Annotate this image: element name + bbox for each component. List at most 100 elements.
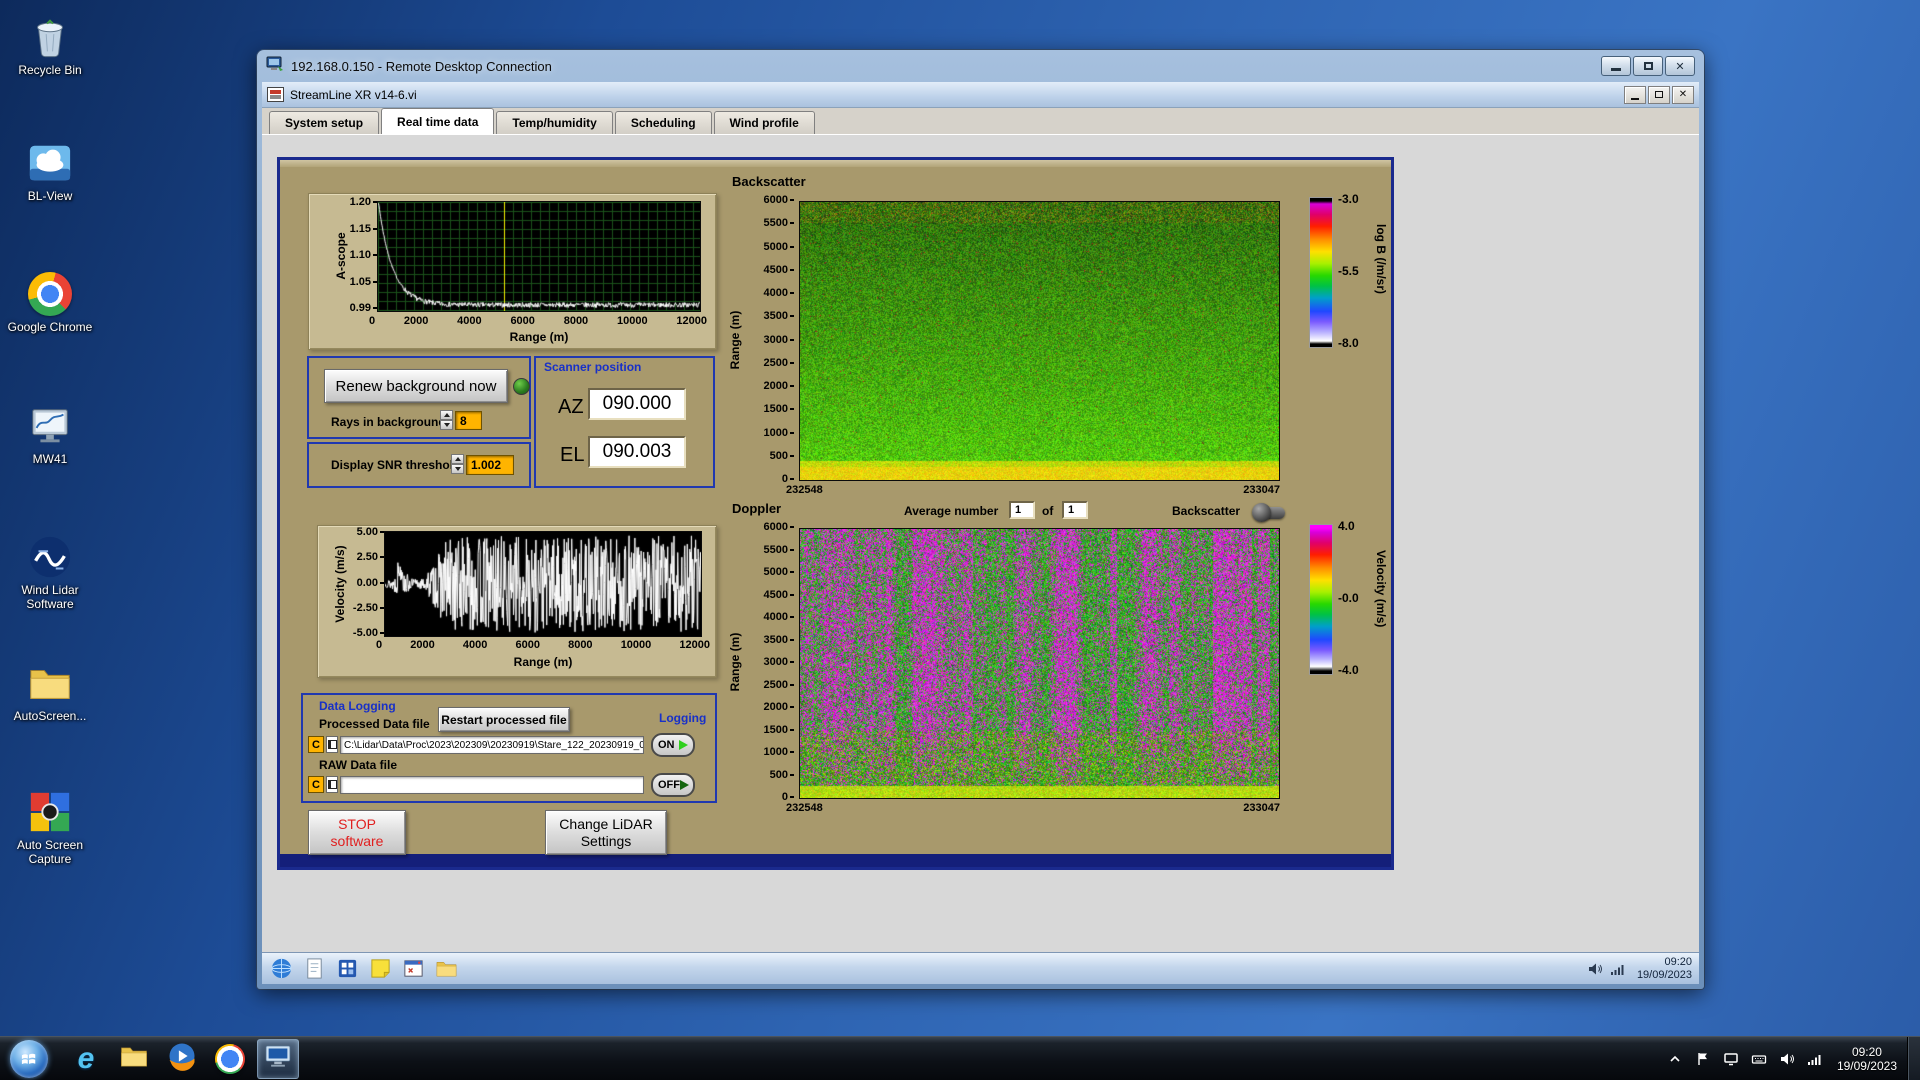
taskbar-remote-desktop-active[interactable] bbox=[257, 1039, 299, 1079]
minimize-button[interactable] bbox=[1601, 56, 1631, 76]
app-minimize-button[interactable] bbox=[1624, 86, 1646, 104]
processed-logging-toggle[interactable]: ON bbox=[651, 733, 695, 757]
raw-logging-toggle[interactable]: OFF bbox=[651, 773, 695, 797]
display-icon[interactable] bbox=[1721, 1049, 1741, 1069]
remote-desktop-icon bbox=[263, 1041, 293, 1076]
rdp-window-title: 192.168.0.150 - Remote Desktop Connectio… bbox=[291, 59, 1601, 74]
taskbar-media-player[interactable] bbox=[161, 1039, 203, 1079]
spin-down-icon[interactable] bbox=[440, 420, 453, 430]
velocity-plot[interactable] bbox=[384, 531, 702, 637]
backscatter-colorbar-tick: -5.5 bbox=[1338, 265, 1359, 277]
backscatter-x-ticks: 232548 233047 bbox=[786, 484, 1280, 496]
volume-icon[interactable] bbox=[1777, 1049, 1797, 1069]
average-number-field[interactable]: 1 bbox=[1009, 501, 1035, 519]
velocity-x-tick: 0 bbox=[376, 639, 382, 651]
rays-value-field[interactable]: 8 bbox=[455, 411, 482, 430]
tab-system-setup[interactable]: System setup bbox=[269, 111, 379, 134]
desktop-icon-google-chrome[interactable]: Google Chrome bbox=[6, 271, 94, 334]
doppler-y-tick: 500 bbox=[770, 770, 794, 781]
backscatter-x-tick-end: 233047 bbox=[1243, 484, 1280, 496]
show-desktop-button[interactable] bbox=[1907, 1037, 1920, 1080]
vi-file-icon bbox=[267, 87, 284, 102]
tab-real-time-data[interactable]: Real time data bbox=[381, 108, 494, 134]
app-titlebar[interactable]: StreamLine XR v14-6.vi ✕ bbox=[262, 82, 1699, 108]
a-scope-x-tick: 10000 bbox=[617, 315, 648, 327]
raw-path-field[interactable] bbox=[340, 776, 644, 794]
doppler-colorbar-label: Velocity (m/s) bbox=[1374, 550, 1388, 627]
desktop-icon-wind-lidar-software[interactable]: Wind Lidar Software bbox=[6, 534, 94, 612]
average-total-field[interactable]: 1 bbox=[1062, 501, 1088, 519]
host-clock-time: 09:20 bbox=[1837, 1045, 1897, 1059]
app-close-button[interactable]: ✕ bbox=[1672, 86, 1694, 104]
raw-data-file-label: RAW Data file bbox=[319, 758, 397, 772]
remote-tray-volume-icon[interactable] bbox=[1587, 960, 1604, 977]
tab-scheduling[interactable]: Scheduling bbox=[615, 111, 712, 134]
spin-up-icon[interactable] bbox=[451, 454, 464, 464]
restart-processed-file-button[interactable]: Restart processed file bbox=[438, 707, 570, 732]
taskbar-internet-explorer[interactable]: e bbox=[65, 1039, 107, 1079]
desktop-icon-mw41[interactable]: MW41 bbox=[6, 403, 94, 466]
desktop-icon-bl-view[interactable]: BL-View bbox=[6, 140, 94, 203]
desktop-icon-label: AutoScreen... bbox=[6, 709, 94, 723]
start-button[interactable] bbox=[10, 1040, 48, 1078]
app-restore-button[interactable] bbox=[1648, 86, 1670, 104]
remote-taskbar-browser[interactable] bbox=[269, 956, 294, 981]
remote-taskbar-notepad[interactable] bbox=[302, 956, 327, 981]
doppler-plot[interactable] bbox=[799, 528, 1280, 799]
tab-temp-humidity[interactable]: Temp/humidity bbox=[496, 111, 612, 134]
remote-tray-network-icon[interactable] bbox=[1610, 960, 1627, 977]
raw-browse-button[interactable] bbox=[326, 776, 338, 793]
desktop-icon-autoscreen-[interactable]: AutoScreen... bbox=[6, 660, 94, 723]
taskbar-windows-explorer[interactable] bbox=[113, 1039, 155, 1079]
snr-spinner[interactable] bbox=[451, 454, 464, 474]
doppler-y-tick: 3000 bbox=[764, 657, 794, 668]
a-scope-plot[interactable] bbox=[377, 201, 701, 312]
velocity-x-ticks: 020004000600080001000012000 bbox=[376, 639, 710, 651]
backscatter-y-tick: 4500 bbox=[764, 265, 794, 276]
renew-background-button[interactable]: Renew background now bbox=[324, 369, 508, 403]
stop-software-button[interactable]: STOP software bbox=[308, 810, 406, 855]
backscatter-colorbar bbox=[1309, 197, 1333, 348]
remote-taskbar-sticky-notes[interactable] bbox=[368, 956, 393, 981]
taskbar-chrome[interactable] bbox=[209, 1039, 251, 1079]
rays-spinner[interactable] bbox=[440, 410, 453, 430]
backscatter-plot[interactable] bbox=[799, 201, 1280, 481]
spin-up-icon[interactable] bbox=[440, 410, 453, 420]
processed-browse-button[interactable] bbox=[326, 736, 338, 753]
a-scope-x-tick: 2000 bbox=[404, 315, 428, 327]
keyboard-icon[interactable] bbox=[1749, 1049, 1769, 1069]
desktop-icon-label: Wind Lidar Software bbox=[6, 583, 94, 612]
rdp-titlebar[interactable]: 192.168.0.150 - Remote Desktop Connectio… bbox=[257, 50, 1704, 82]
el-value-field[interactable]: 090.003 bbox=[588, 436, 686, 468]
minimize-icon bbox=[1611, 68, 1621, 71]
desktop-icon-auto-screen-capture[interactable]: Auto Screen Capture bbox=[6, 789, 94, 867]
az-value-field[interactable]: 090.000 bbox=[588, 388, 686, 420]
change-lidar-settings-button[interactable]: Change LiDAR Settings bbox=[545, 810, 667, 855]
chevron-up-icon[interactable] bbox=[1665, 1049, 1685, 1069]
network-icon[interactable] bbox=[1805, 1049, 1825, 1069]
remote-clock[interactable]: 09:20 19/09/2023 bbox=[1637, 956, 1692, 982]
a-scope-y-tick: 1.15 bbox=[350, 224, 377, 235]
raw-drive-button[interactable]: C bbox=[308, 776, 324, 793]
backscatter-colorbar-ticks: -3.0-5.5-8.0 bbox=[1338, 193, 1374, 349]
velocity-x-tick: 12000 bbox=[679, 639, 710, 651]
maximize-button[interactable] bbox=[1633, 56, 1663, 76]
tab-wind-profile[interactable]: Wind profile bbox=[714, 111, 815, 134]
backscatter-toggle[interactable] bbox=[1255, 507, 1285, 519]
host-clock-date: 19/09/2023 bbox=[1837, 1059, 1897, 1073]
remote-clock-time: 09:20 bbox=[1637, 956, 1692, 969]
processed-drive-button[interactable]: C bbox=[308, 736, 324, 753]
spin-down-icon[interactable] bbox=[451, 464, 464, 474]
action-center-flag-icon[interactable] bbox=[1693, 1049, 1713, 1069]
host-clock[interactable]: 09:20 19/09/2023 bbox=[1837, 1045, 1897, 1073]
close-button[interactable]: ✕ bbox=[1665, 56, 1695, 76]
remote-taskbar-folder[interactable] bbox=[434, 956, 459, 981]
remote-tray bbox=[1584, 960, 1630, 977]
doppler-y-tick: 4500 bbox=[764, 590, 794, 601]
remote-taskbar-app-window[interactable] bbox=[401, 956, 426, 981]
desktop-icon-recycle-bin[interactable]: Recycle Bin bbox=[6, 14, 94, 77]
snr-value-field[interactable]: 1.002 bbox=[466, 455, 514, 475]
remote-taskbar-grid-app[interactable] bbox=[335, 956, 360, 981]
processed-path-field[interactable]: C:\Lidar\Data\Proc\2023\202309\20230919\… bbox=[340, 736, 644, 754]
renew-status-led[interactable] bbox=[513, 378, 530, 395]
